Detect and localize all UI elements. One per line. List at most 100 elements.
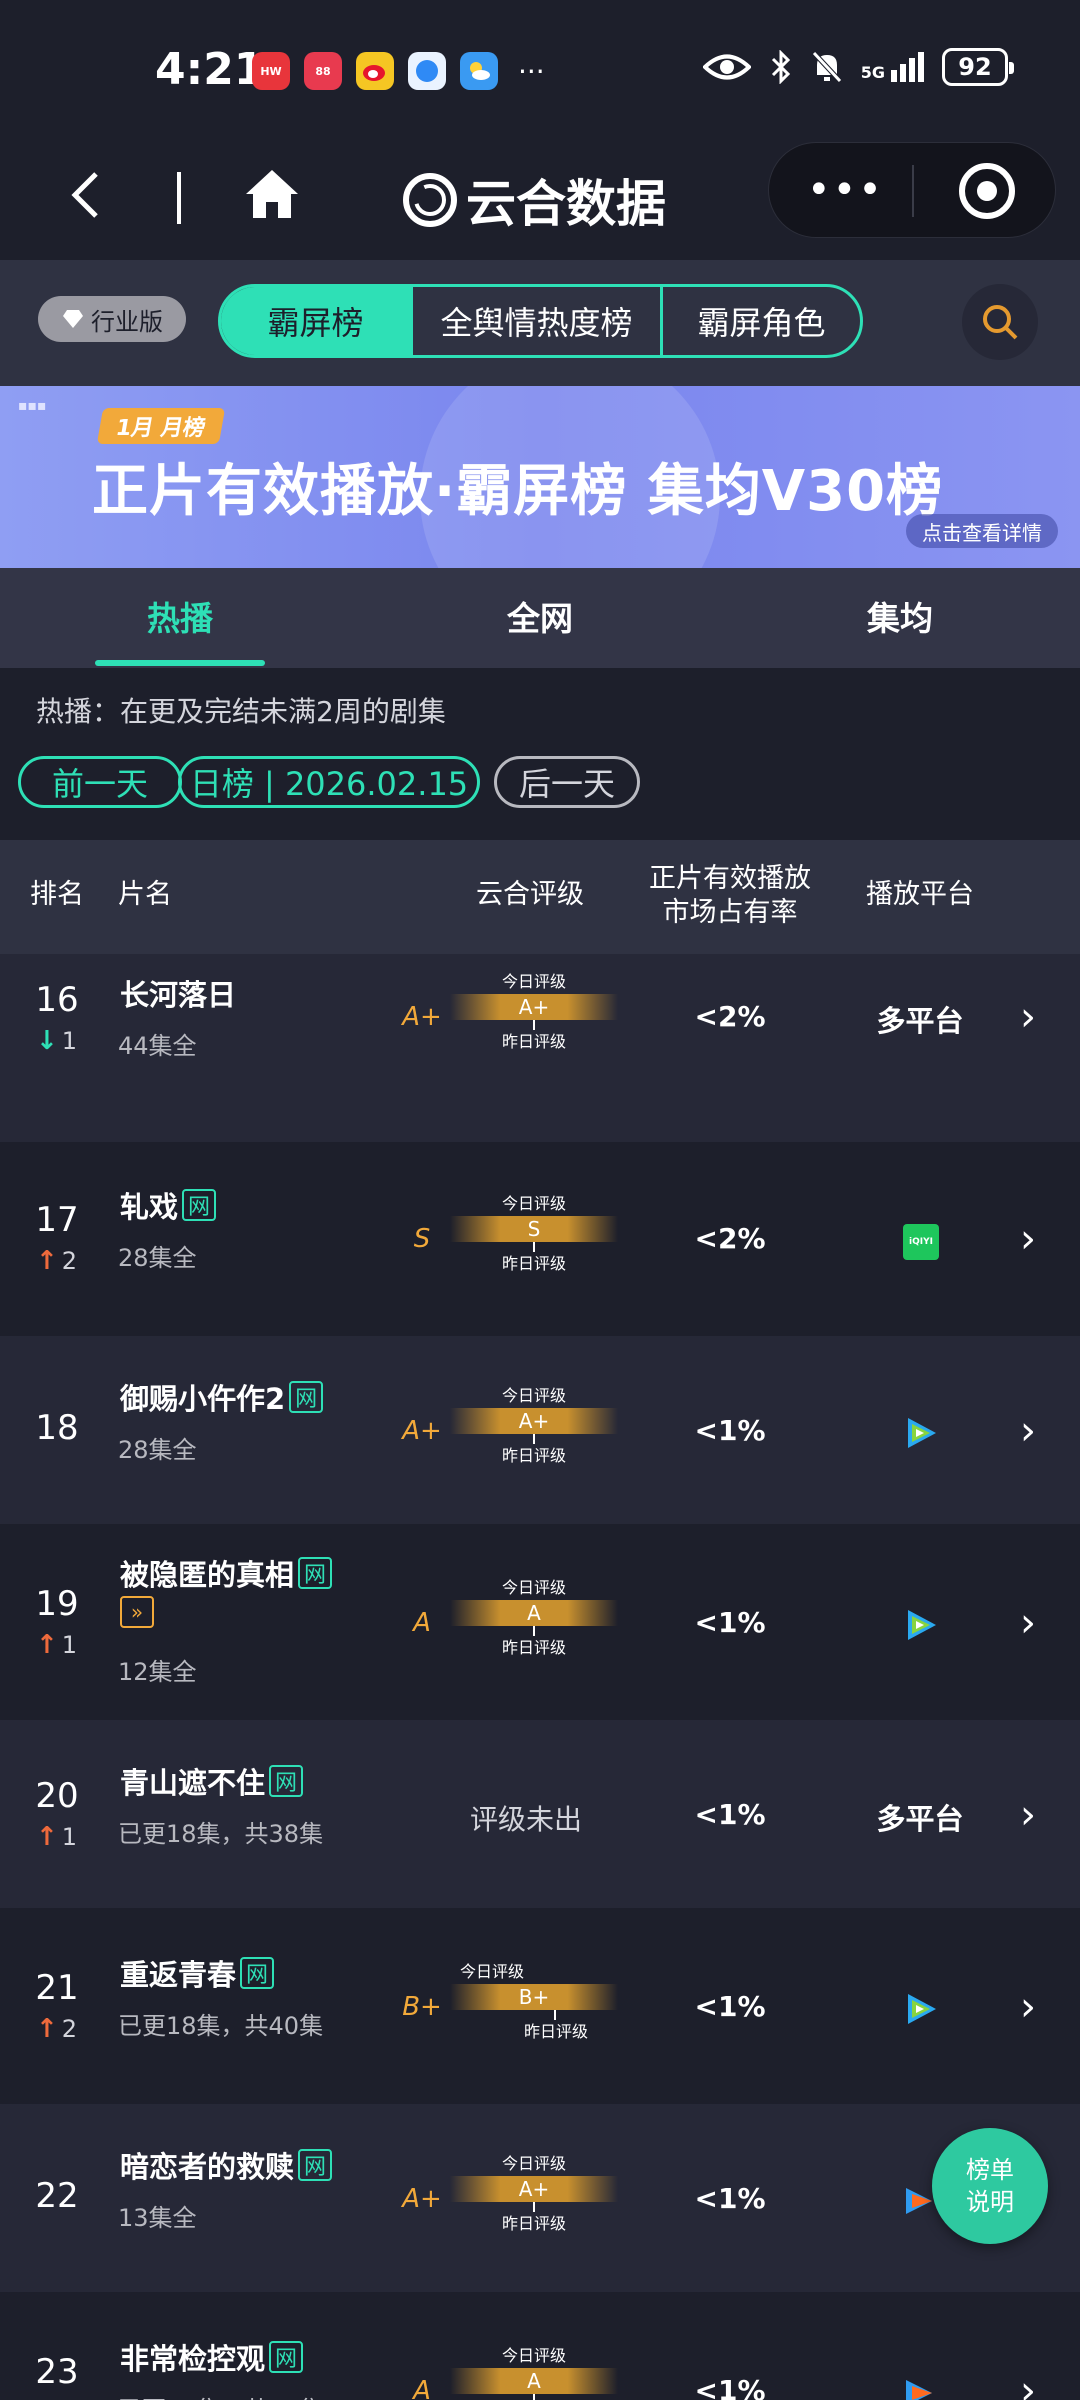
battery-level: 92	[958, 53, 992, 81]
rank-change: ↑1	[36, 1822, 77, 1852]
tab-hot[interactable]: 热播	[80, 592, 280, 640]
rank-number: 16	[35, 980, 79, 1020]
more-menu-icon[interactable]: •••	[807, 167, 884, 213]
yesterday-grade: S	[413, 1224, 431, 1254]
description-text: 热播：在更及完结未满2周的剧集	[36, 695, 446, 728]
chevron-right-icon[interactable]: ›	[1020, 1408, 1036, 1454]
today-label: 今日评级	[459, 1962, 524, 1981]
online-badge: 网	[269, 2341, 304, 2373]
rating-bar: 今日评级 A 昨日评级	[450, 2342, 618, 2400]
show-title: 御赐小仵作2 网	[120, 1376, 324, 1418]
notification-icons: HW 88 ···	[252, 52, 545, 90]
rank-number: 20	[35, 1776, 79, 1816]
show-title-text: 被隐匿的真相	[120, 1558, 295, 1592]
header-share-line1: 正片有效播放	[649, 863, 811, 894]
today-grade: S	[527, 1217, 541, 1241]
rank-number: 21	[35, 1968, 79, 2008]
today-grade: A	[527, 1601, 541, 1625]
shopping-icon: 88	[304, 52, 342, 90]
market-share: <1%	[694, 2374, 766, 2400]
today-label: 今日评级	[501, 2346, 566, 2365]
filter-bar: 行业版 霸屏榜 全舆情热度榜 霸屏角色	[0, 260, 1080, 386]
online-badge: 网	[182, 1189, 217, 1221]
table-row[interactable]: 21 ↑ 2 重返青春网 已更18集，共40集 B+ 今日评级 B+ 昨日评级 <…	[0, 1912, 1080, 2100]
float-button-line2: 说明	[966, 2188, 1014, 2216]
rank-change-value: 1	[61, 1631, 78, 1659]
episode-info: 已更20集，共25集	[118, 2390, 323, 2400]
rank-number: 23	[35, 2352, 79, 2392]
chevron-right-icon[interactable]: ›	[1020, 994, 1036, 1040]
header-name: 片名	[118, 879, 172, 910]
today-label: 今日评级	[501, 2154, 566, 2173]
table-row[interactable]: 23 ↑1 非常检控观网 已更20集，共25集 A 今日评级 A 昨日评级 <1…	[0, 2296, 1080, 2400]
segment-role[interactable]: 霸屏角色	[663, 287, 860, 355]
segment-yuqing[interactable]: 全舆情热度榜	[413, 287, 663, 355]
chevron-right-icon[interactable]: ›	[1020, 1600, 1036, 1646]
yesterday-label: 昨日评级	[501, 1254, 566, 1273]
arrow-up-icon: ↑	[36, 1630, 58, 1660]
table-row[interactable]: 18 御赐小仵作2 网 28集全 A+ 今日评级 A+ 昨日评级 <1% ›	[0, 1336, 1080, 1524]
chevron-right-icon[interactable]: ›	[1020, 1984, 1036, 2030]
rank-change-value: 2	[61, 2015, 78, 2043]
header-platform: 播放平台	[866, 879, 974, 910]
chevron-right-icon[interactable]: ›	[1020, 1792, 1036, 1838]
status-time: 4:21	[155, 44, 265, 95]
today-label: 今日评级	[501, 1386, 566, 1405]
rank-change: ↓ 1	[36, 1026, 77, 1056]
chevron-right-icon[interactable]: ›	[1020, 2368, 1036, 2400]
rank-change-value: 1	[61, 1027, 78, 1055]
rank-change-value: 1	[61, 1823, 78, 1851]
search-button[interactable]	[962, 284, 1038, 360]
prev-day-button[interactable]: 前一天	[18, 756, 182, 808]
close-miniprogram-icon[interactable]	[959, 163, 1015, 219]
show-title-text: 青山遮不住	[120, 1766, 266, 1800]
industry-label: 行业版	[91, 307, 163, 336]
date-selector[interactable]: 日榜 | 2026.02.15	[178, 756, 480, 808]
enlighten-logo-icon	[403, 173, 457, 227]
mini-program-capsule: •••	[768, 142, 1056, 238]
market-share: <1%	[694, 2182, 766, 2215]
promo-banner[interactable]: ▪▪▪ 1月 月榜 正片有效播放·霸屏榜 集均V30榜 点击查看详情	[0, 386, 1080, 568]
today-label: 今日评级	[501, 972, 566, 991]
episode-info: 44集全	[118, 1032, 197, 1060]
signal-icon: 5G	[861, 52, 924, 82]
today-label: 今日评级	[501, 1578, 566, 1597]
rank-number: 17	[35, 1200, 79, 1240]
today-grade: B+	[518, 1985, 550, 2009]
back-icon[interactable]	[70, 170, 100, 230]
rank-change: ↑ 2	[36, 1246, 77, 1276]
mute-bell-icon	[811, 51, 842, 83]
table-header: 排名 片名 云合评级 正片有效播放 市场占有率 播放平台	[0, 840, 1080, 954]
industry-edition-badge[interactable]: 行业版	[38, 296, 186, 342]
tab-average[interactable]: 集均	[800, 592, 1000, 640]
chevron-right-icon[interactable]: ›	[1020, 1216, 1036, 1262]
show-title-text: 轧戏	[120, 1190, 179, 1224]
table-row[interactable]: 22 暗恋者的救赎网 13集全 A+ 今日评级 A+ 昨日评级 <1% ›	[0, 2104, 1080, 2292]
banner-dots-icon: ▪▪▪	[18, 398, 47, 414]
search-icon	[983, 305, 1018, 340]
show-title: 青山遮不住网	[120, 1760, 304, 1802]
rating-bar: 今日评级 S 昨日评级	[450, 1190, 618, 1273]
tencent-video-icon	[908, 1994, 936, 2024]
next-day-button[interactable]: 后一天	[494, 756, 640, 808]
segment-bapingbang[interactable]: 霸屏榜	[221, 287, 413, 355]
ranking-list: 16 ↓ 1 长河落日 44集全 A+ 今日评级 A+ 昨日评级 <2% 多平台 …	[0, 954, 1080, 2400]
active-tab-indicator	[95, 660, 265, 666]
rank-change: ↑1	[36, 1630, 77, 1660]
banner-detail-link[interactable]: 点击查看详情	[906, 514, 1058, 548]
rating-marker	[533, 2394, 535, 2400]
table-row[interactable]: 19 ↑ 1 被隐匿的真相网 » 12集全 A 今日评级 A 昨日评级 <1% ›	[0, 1528, 1080, 1716]
tab-all[interactable]: 全网	[440, 592, 640, 640]
episode-info: 28集全	[118, 1436, 197, 1464]
table-row[interactable]: 20 ↑ 1 青山遮不住网 已更18集，共38集 评级未出 <1% 多平台 ›	[0, 1720, 1080, 1908]
browser-icon	[408, 52, 446, 90]
yesterday-grade: A+	[402, 1002, 442, 1032]
list-explanation-button[interactable]: 榜单 说明	[932, 2128, 1048, 2244]
home-icon[interactable]	[244, 168, 304, 228]
online-badge: 网	[269, 1765, 304, 1797]
table-row[interactable]: 16 ↓ 1 长河落日 44集全 A+ 今日评级 A+ 昨日评级 <2% 多平台 …	[0, 954, 1080, 1142]
show-title-text: 长河落日	[120, 978, 237, 1012]
yesterday-grade: A+	[402, 1416, 442, 1446]
nav-divider	[177, 172, 181, 224]
table-row[interactable]: 17 ↑ 2 轧戏网 28集全 S 今日评级 S 昨日评级 <2% iQIYI ›	[0, 1144, 1080, 1332]
